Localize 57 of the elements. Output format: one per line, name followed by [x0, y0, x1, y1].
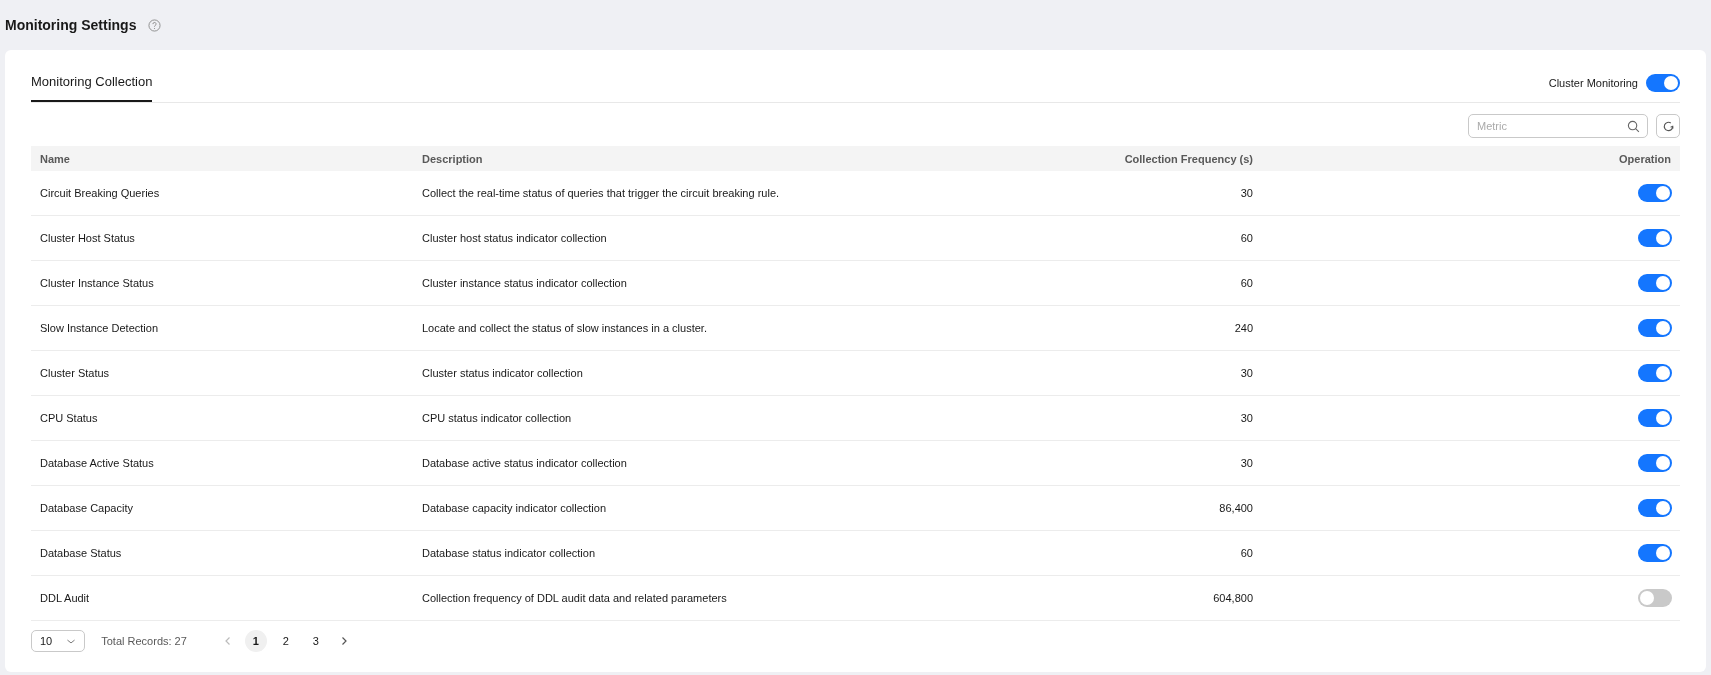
table-cell: 60 — [944, 530, 1262, 576]
row-toggle[interactable] — [1638, 409, 1672, 427]
table-cell: Database status indicator collection — [413, 530, 944, 576]
table-cell: 604,800 — [944, 575, 1262, 621]
refresh-button[interactable] — [1656, 114, 1680, 138]
tab[interactable]: Monitoring Collection — [31, 65, 153, 102]
table-cell: Cluster status indicator collection — [413, 350, 944, 396]
row-toggle[interactable] — [1638, 454, 1672, 472]
column-header: Collection Frequency (s) — [944, 146, 1262, 171]
page-number[interactable]: 2 — [274, 630, 297, 652]
table-cell: Database active status indicator collection — [413, 440, 944, 486]
table-cell: 60 — [944, 215, 1262, 261]
table-cell: 30 — [944, 440, 1262, 486]
column-header: Description — [413, 146, 944, 171]
table-cell: 30 — [944, 395, 1262, 441]
table-cell: Slow Instance Detection — [31, 305, 413, 351]
page-size-select[interactable]: 10 — [31, 630, 86, 652]
table-cell: Database capacity indicator collection — [413, 485, 944, 531]
cluster-monitoring-toggle[interactable] — [1646, 74, 1680, 92]
column-header: Name — [31, 146, 413, 171]
row-toggle[interactable] — [1638, 499, 1672, 517]
table-cell: Cluster instance status indicator collection — [413, 260, 944, 306]
table-cell: 86,400 — [944, 485, 1262, 531]
page-title: Monitoring Settings — [5, 17, 137, 33]
table-cell: Cluster Instance Status — [31, 260, 413, 306]
table-cell: CPU status indicator collection — [413, 395, 944, 441]
table-cell: CPU Status — [31, 395, 413, 441]
table-cell: Cluster host status indicator collection — [413, 215, 944, 261]
search-field[interactable]: Metric — [1468, 114, 1648, 138]
table-cell: Database Status — [31, 530, 413, 576]
cluster-monitoring-label: Cluster Monitoring — [1548, 77, 1638, 89]
table-cell: Locate and collect the status of slow instances in a cluster. — [413, 305, 944, 351]
table-cell: Cluster Status — [31, 350, 413, 396]
table-cell: Cluster Host Status — [31, 215, 413, 261]
table-cell: Database Capacity — [31, 485, 413, 531]
row-toggle[interactable] — [1638, 544, 1672, 562]
total-records: Total Records: 27 — [101, 635, 187, 647]
table-cell: DDL Audit — [31, 575, 413, 621]
row-toggle[interactable] — [1638, 229, 1672, 247]
row-toggle[interactable] — [1638, 319, 1672, 337]
table-cell: Database Active Status — [31, 440, 413, 486]
column-header: Operation — [1262, 146, 1680, 171]
page-number[interactable]: 1 — [244, 630, 267, 652]
table-cell: 240 — [944, 305, 1262, 351]
page-number[interactable]: 3 — [304, 630, 327, 652]
row-toggle[interactable] — [1638, 364, 1672, 382]
table-cell: Collection frequency of DDL audit data and related parameters — [413, 575, 944, 621]
search-icon[interactable] — [1627, 119, 1640, 133]
row-toggle[interactable] — [1638, 184, 1672, 202]
table-cell: 30 — [944, 171, 1262, 216]
row-toggle[interactable] — [1638, 274, 1672, 292]
table-cell: Collect the real-time status of queries that trigger the circuit breaking rule. — [413, 171, 944, 216]
table-cell: 30 — [944, 350, 1262, 396]
table-cell: Circuit Breaking Queries — [31, 171, 413, 216]
row-toggle[interactable] — [1638, 589, 1672, 607]
table-cell: 60 — [944, 260, 1262, 306]
refresh-icon — [1661, 119, 1675, 133]
